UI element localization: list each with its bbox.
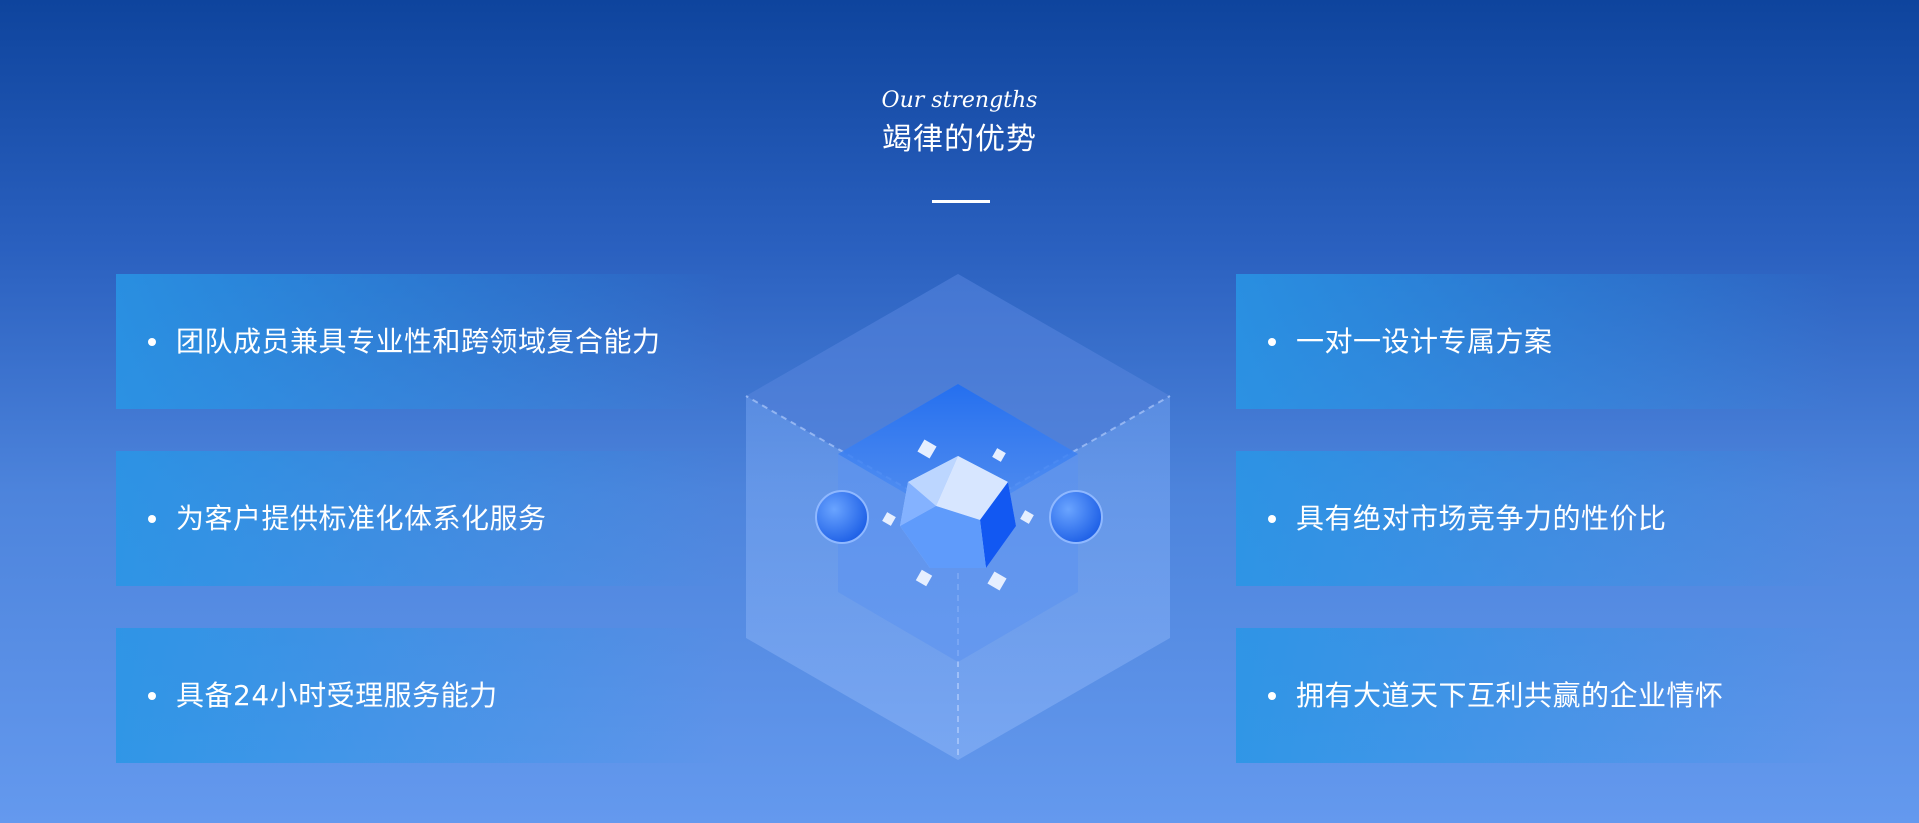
section-title: 竭律的优势	[882, 122, 1037, 157]
bullet-icon	[148, 337, 156, 346]
strength-text: 为客户提供标准化体系化服务	[176, 501, 547, 535]
section-header: Our strengths 竭律的优势	[0, 86, 1919, 160]
bullet-icon	[1268, 691, 1276, 700]
strength-card-right-2: 具有绝对市场竞争力的性价比	[1236, 451, 1846, 586]
bullet-icon	[1268, 337, 1276, 346]
strength-card-right-1: 一对一设计专属方案	[1236, 274, 1846, 409]
bullet-icon	[1268, 514, 1276, 523]
strength-card-left-3: 具备24小时受理服务能力	[116, 628, 726, 763]
bullet-icon	[148, 691, 156, 700]
crystal-cube-icon	[740, 270, 1180, 770]
strength-text: 一对一设计专属方案	[1296, 324, 1553, 358]
strength-card-left-2: 为客户提供标准化体系化服务	[116, 451, 726, 586]
strength-card-left-1: 团队成员兼具专业性和跨领域复合能力	[116, 274, 726, 409]
strength-text: 具有绝对市场竞争力的性价比	[1296, 501, 1667, 535]
strength-text: 具备24小时受理服务能力	[176, 678, 498, 712]
strength-text: 团队成员兼具专业性和跨领域复合能力	[176, 324, 661, 358]
strength-text: 拥有大道天下互利共赢的企业情怀	[1296, 678, 1724, 712]
title-underline	[932, 200, 990, 203]
section-subtitle: Our strengths	[881, 88, 1038, 113]
bullet-icon	[148, 514, 156, 523]
strength-card-right-3: 拥有大道天下互利共赢的企业情怀	[1236, 628, 1846, 763]
